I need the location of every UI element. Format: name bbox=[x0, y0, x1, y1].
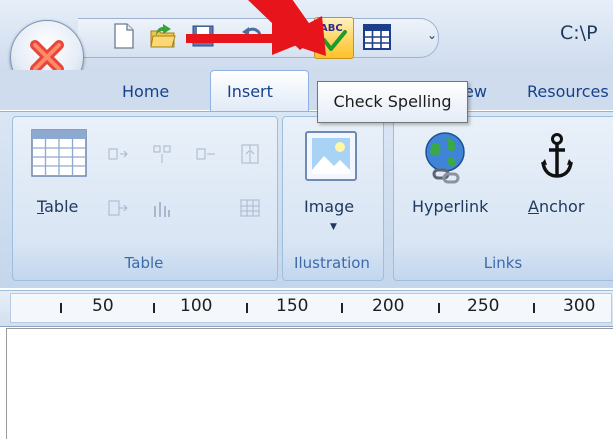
insert-row-icon[interactable] bbox=[108, 144, 128, 164]
ruler-tick bbox=[438, 303, 440, 313]
table-button[interactable]: Table bbox=[37, 197, 78, 216]
delete-column-icon[interactable] bbox=[152, 198, 172, 218]
split-cells-icon[interactable] bbox=[240, 144, 260, 164]
ruler-tick bbox=[153, 303, 155, 313]
ruler-label: 100 bbox=[180, 296, 213, 316]
hyperlink-globe-icon bbox=[425, 132, 465, 184]
hyperlink-button[interactable]: Hyperlink bbox=[412, 197, 488, 216]
merge-cells-icon[interactable] bbox=[196, 144, 216, 164]
document-editor[interactable] bbox=[6, 328, 613, 439]
ruler-tick bbox=[533, 303, 535, 313]
anchor-button[interactable]: Anchor bbox=[528, 197, 584, 216]
window-title: C:\P bbox=[560, 22, 598, 44]
insert-column-icon[interactable] bbox=[152, 144, 172, 164]
anchor-icon bbox=[541, 133, 573, 178]
anchor-mnemonic: A bbox=[528, 197, 539, 216]
tab-home[interactable]: Home bbox=[110, 78, 181, 106]
ruler-tick bbox=[341, 303, 343, 313]
check-spelling-tooltip: Check Spelling bbox=[317, 81, 468, 123]
new-document-icon[interactable] bbox=[110, 22, 136, 50]
ruler-label: 50 bbox=[92, 296, 114, 316]
table-group-label: Table bbox=[124, 254, 164, 272]
anchor-label-rest: nchor bbox=[538, 197, 585, 216]
ruler-tick bbox=[60, 303, 62, 313]
image-picture-icon bbox=[305, 131, 357, 181]
image-dropdown-arrow-icon: ▼ bbox=[330, 222, 337, 232]
table-properties-icon[interactable] bbox=[240, 198, 260, 218]
undo-icon[interactable] bbox=[240, 22, 266, 50]
ruler-label: 300 bbox=[563, 296, 596, 316]
ruler-label: 150 bbox=[276, 296, 309, 316]
ruler-tick bbox=[246, 303, 248, 313]
delete-row-icon[interactable] bbox=[108, 198, 128, 218]
save-icon[interactable] bbox=[190, 22, 216, 50]
open-folder-icon[interactable] bbox=[150, 22, 176, 50]
illustration-group-label: Ilustration bbox=[294, 254, 370, 272]
table-icon[interactable] bbox=[362, 22, 392, 52]
qat-customize-dropdown[interactable]: ⌄ bbox=[425, 27, 439, 43]
image-button[interactable]: Image bbox=[304, 197, 354, 216]
ruler-label: 200 bbox=[372, 296, 405, 316]
table-grid-icon bbox=[31, 129, 87, 177]
tab-insert[interactable]: Insert bbox=[215, 78, 285, 106]
links-group-label: Links bbox=[483, 254, 523, 272]
svg-text:ABC: ABC bbox=[320, 23, 343, 34]
ruler-label: 250 bbox=[467, 296, 500, 316]
tab-resources[interactable]: Resources bbox=[515, 78, 613, 106]
check-spelling-icon: ABC bbox=[320, 23, 347, 51]
table-label-rest: able bbox=[44, 197, 79, 216]
